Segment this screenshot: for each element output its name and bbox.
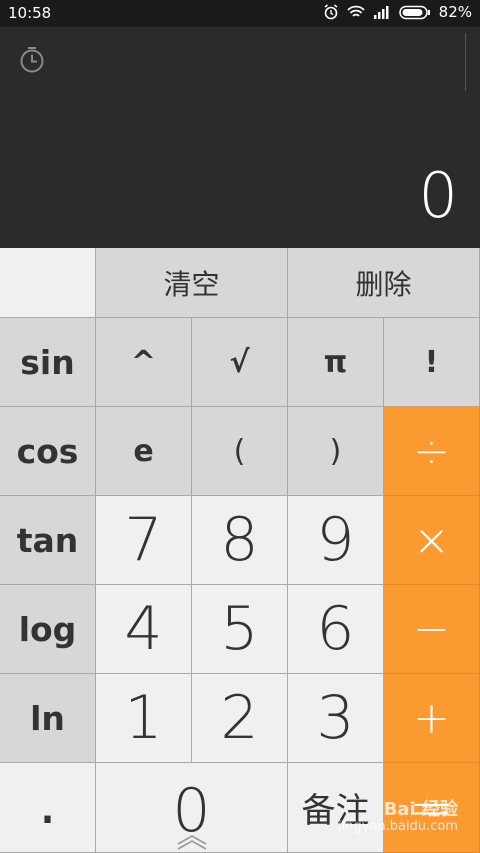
status-bar: 10:58 82% — [0, 0, 480, 27]
wifi-icon — [347, 5, 365, 17]
digit-7-button[interactable]: 7 — [96, 496, 192, 585]
sin-button[interactable]: sin — [0, 318, 96, 407]
digit-9-button[interactable]: 9 — [288, 496, 384, 585]
blank-key — [0, 248, 96, 318]
decimal-point-button[interactable]: . — [0, 763, 96, 853]
chevron-up-icon[interactable] — [176, 834, 208, 850]
divide-button[interactable]: ÷ — [384, 407, 480, 496]
watermark: Bai 经验 jingyan.baidu.com — [338, 800, 458, 834]
digit-8-button[interactable]: 8 — [192, 496, 288, 585]
log-button[interactable]: log — [0, 585, 96, 674]
battery-percent: 82% — [438, 3, 472, 21]
pi-button[interactable]: π — [288, 318, 384, 407]
digit-2-button[interactable]: 2 — [192, 674, 288, 763]
e-button[interactable]: e — [96, 407, 192, 496]
clear-button[interactable]: 清空 — [96, 248, 288, 318]
cos-button[interactable]: cos — [0, 407, 96, 496]
keypad: 清空 删除 sin ^ √ π ! cos e ( ) ÷ tan 7 8 9 … — [0, 248, 480, 853]
minus-button[interactable]: − — [384, 585, 480, 674]
left-paren-button[interactable]: ( — [192, 407, 288, 496]
delete-button[interactable]: 删除 — [288, 248, 480, 318]
digit-4-button[interactable]: 4 — [96, 585, 192, 674]
watermark-logo: Bai 经验 — [383, 799, 458, 820]
display-divider — [465, 33, 466, 91]
history-icon[interactable] — [18, 46, 46, 74]
digit-0-button[interactable]: 0 — [96, 763, 288, 853]
watermark-url: jingyan.baidu.com — [338, 818, 458, 834]
signal-icon — [373, 6, 389, 19]
calculator-display: 0 — [0, 27, 480, 248]
plus-button[interactable]: + — [384, 674, 480, 763]
result-value: 0 — [418, 159, 458, 232]
digit-5-button[interactable]: 5 — [192, 585, 288, 674]
ln-button[interactable]: ln — [0, 674, 96, 763]
power-button[interactable]: ^ — [96, 318, 192, 407]
sqrt-button[interactable]: √ — [192, 318, 288, 407]
digit-1-button[interactable]: 1 — [96, 674, 192, 763]
multiply-button[interactable]: × — [384, 496, 480, 585]
factorial-button[interactable]: ! — [384, 318, 480, 407]
tan-button[interactable]: tan — [0, 496, 96, 585]
digit-6-button[interactable]: 6 — [288, 585, 384, 674]
right-paren-button[interactable]: ) — [288, 407, 384, 496]
status-time: 10:58 — [8, 4, 52, 22]
status-icons: 82% — [323, 3, 472, 21]
battery-icon — [398, 5, 430, 19]
digit-3-button[interactable]: 3 — [288, 674, 384, 763]
alarm-icon — [324, 4, 338, 20]
